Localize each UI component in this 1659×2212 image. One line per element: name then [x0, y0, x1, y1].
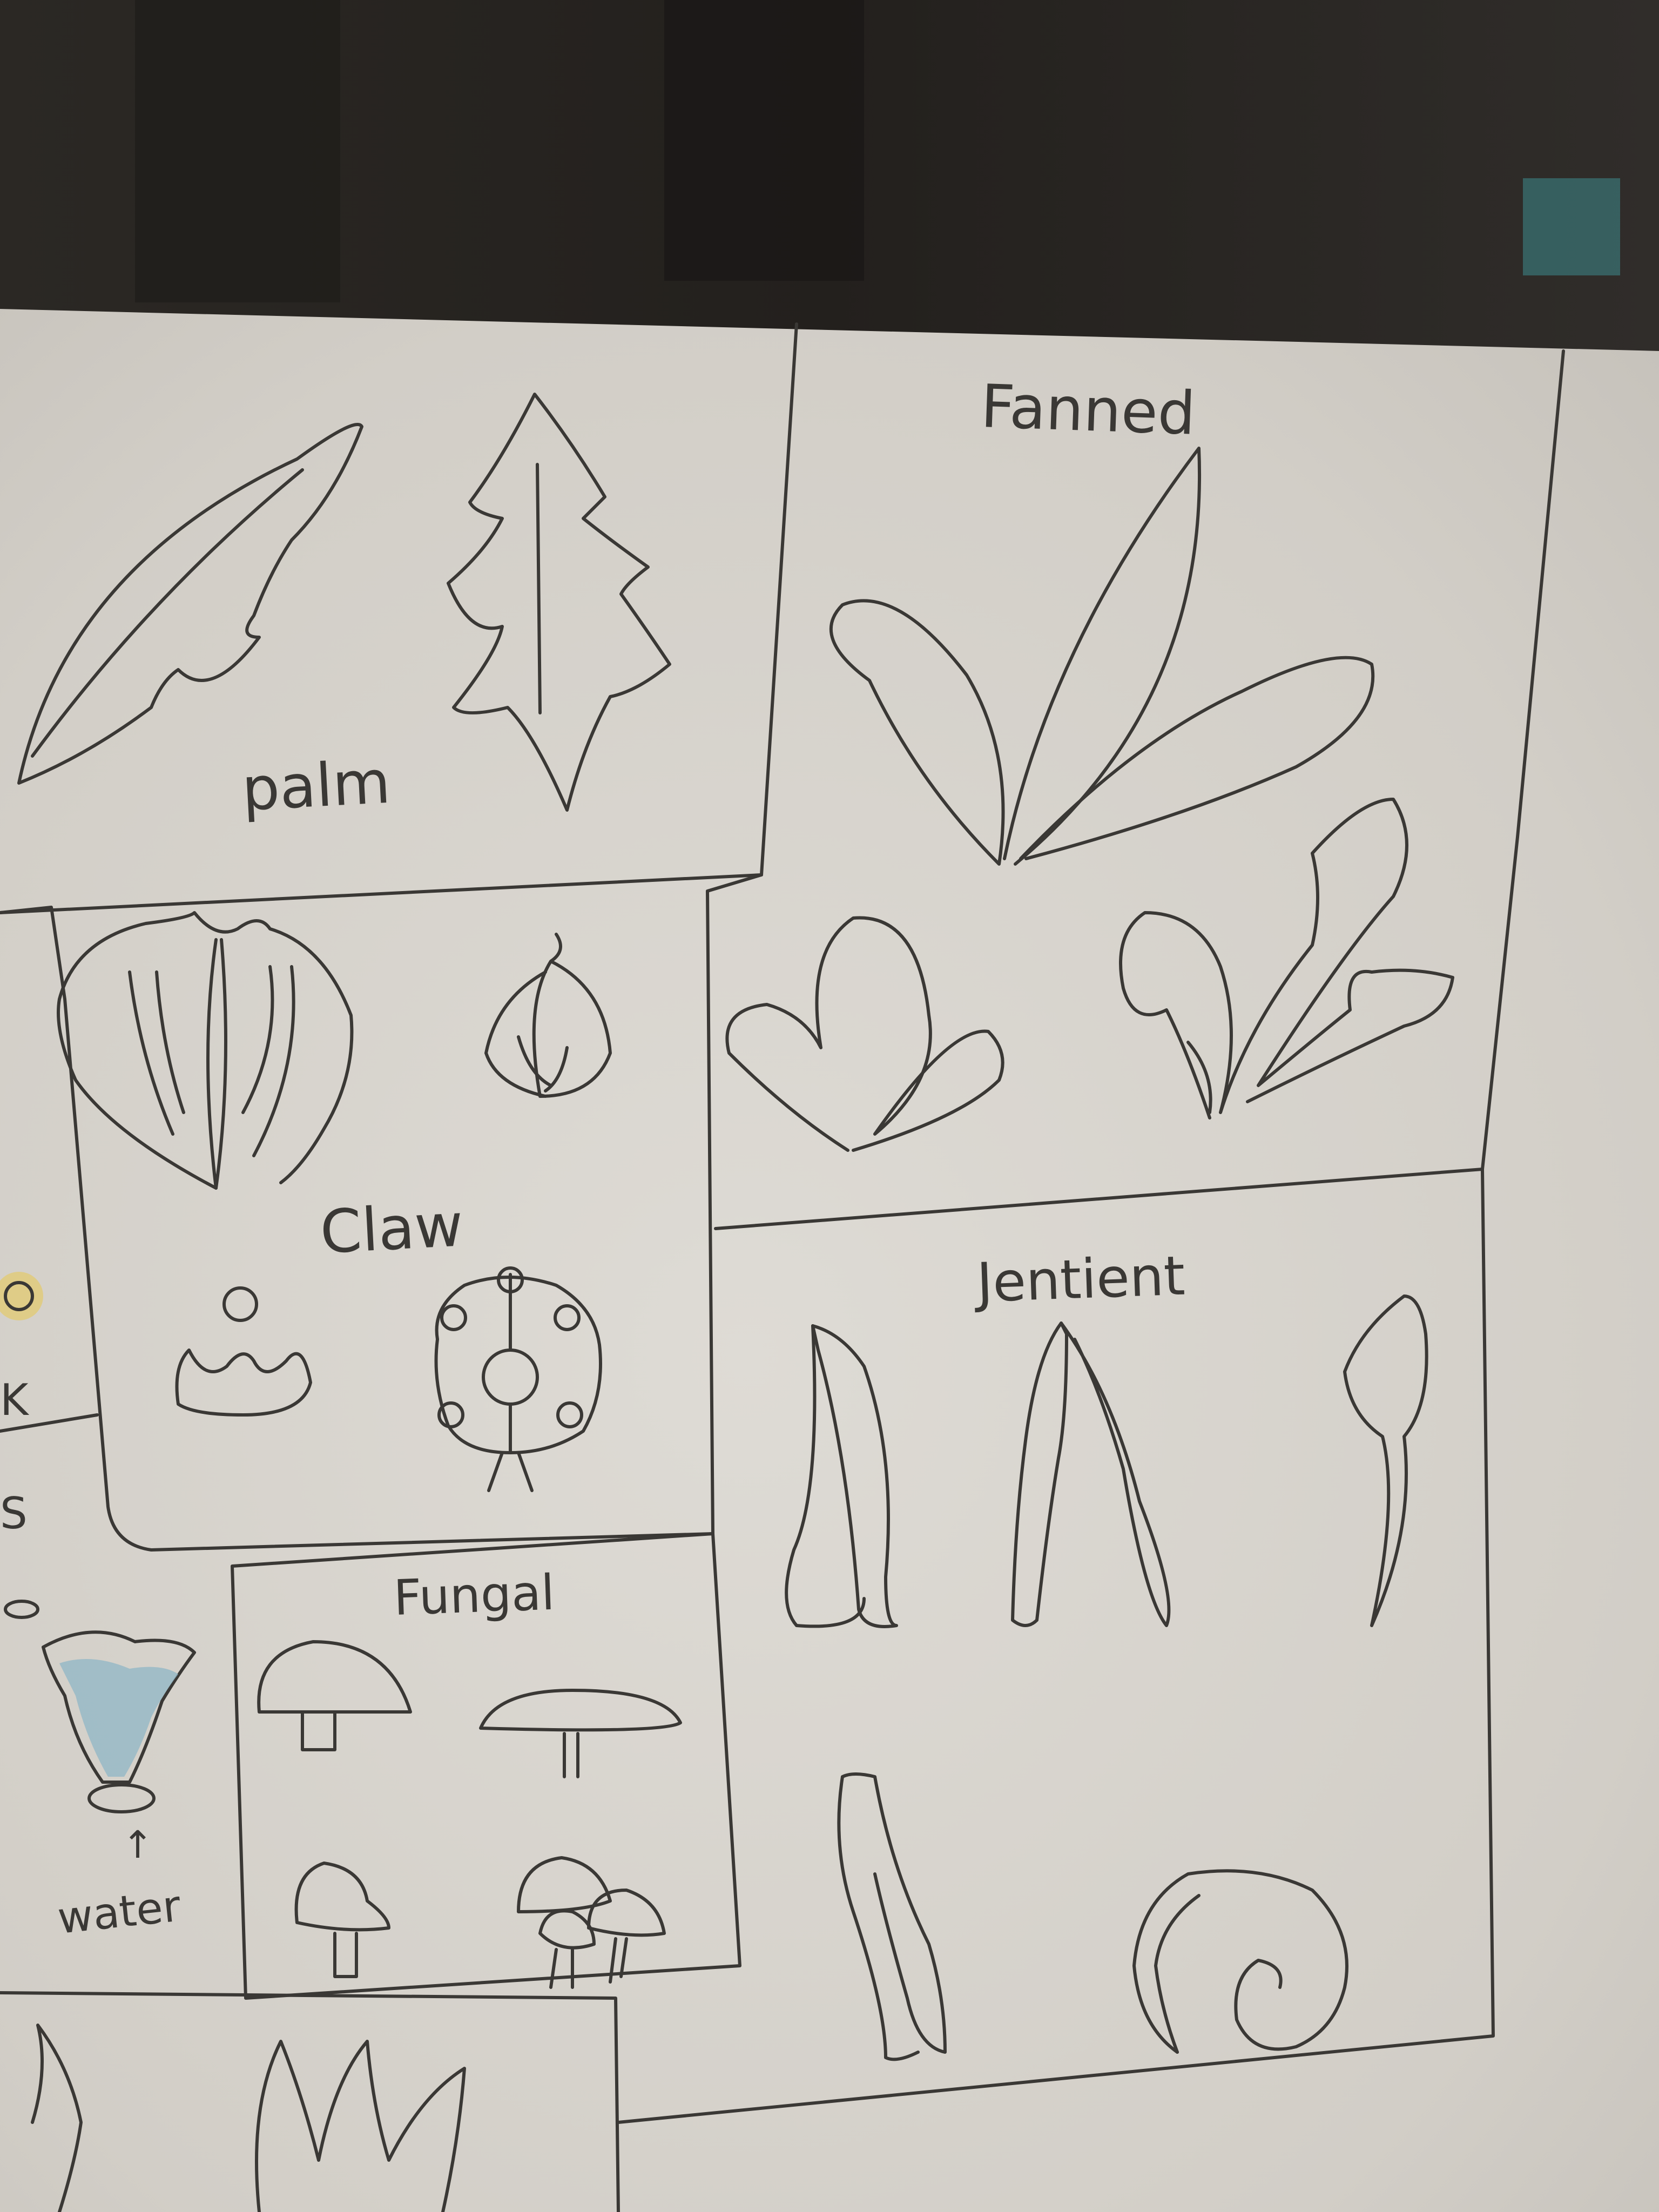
label-claw: Claw	[319, 1190, 465, 1267]
label-edge-k: K	[0, 1375, 30, 1425]
background-object	[1523, 178, 1620, 275]
label-fungal: Fungal	[393, 1564, 556, 1627]
label-sentient: Jentient	[973, 1244, 1186, 1315]
water-arrow: ↑	[122, 1823, 154, 1867]
paper-sheet	[0, 309, 1659, 2212]
label-edge-s: S	[0, 1488, 28, 1539]
photo-stage: palm Fanned Claw Jentient Fungal ↑ water…	[0, 0, 1659, 2212]
background-shelf	[135, 0, 340, 302]
sketch-photo: palm Fanned Claw Jentient Fungal ↑ water…	[0, 0, 1659, 2212]
label-palm: palm	[240, 747, 392, 824]
label-fanned: Fanned	[980, 372, 1197, 448]
background-frame	[664, 0, 864, 281]
